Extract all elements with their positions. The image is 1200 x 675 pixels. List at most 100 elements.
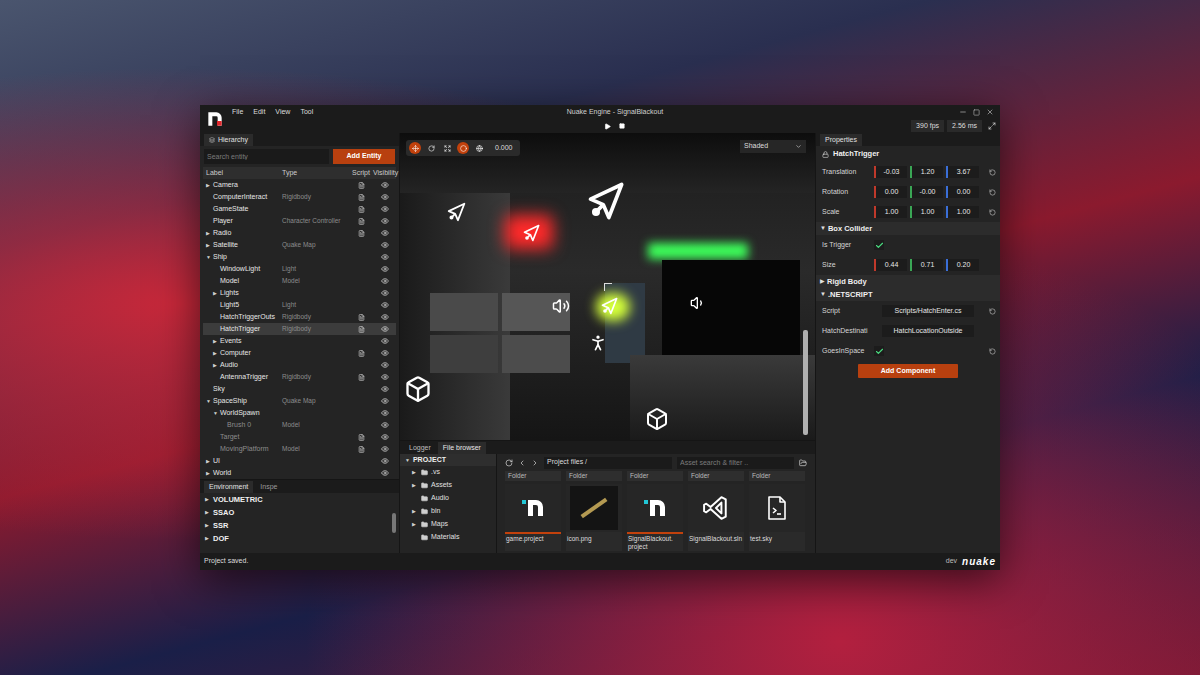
folder-card[interactable]: Folder bbox=[566, 471, 622, 481]
entity-row[interactable]: ModelModel bbox=[203, 275, 396, 287]
tree-item[interactable]: Audio bbox=[400, 492, 496, 505]
close-icon[interactable] bbox=[986, 108, 994, 116]
entity-search[interactable] bbox=[204, 149, 329, 164]
fullscreen-icon[interactable] bbox=[988, 122, 996, 130]
entity-row[interactable]: MovingPlatformModel bbox=[203, 443, 396, 455]
visibility-icon[interactable] bbox=[381, 349, 389, 357]
script-icon[interactable] bbox=[358, 314, 365, 321]
collapsed-arrow[interactable]: ▶ bbox=[206, 243, 210, 248]
script-icon[interactable] bbox=[358, 434, 365, 441]
visibility-icon[interactable] bbox=[381, 397, 389, 405]
script-icon[interactable] bbox=[358, 206, 365, 213]
visibility-icon[interactable] bbox=[381, 325, 389, 333]
collapsed-arrow[interactable]: ▶ bbox=[412, 470, 416, 475]
script-icon[interactable] bbox=[358, 446, 365, 453]
reset-icon[interactable] bbox=[989, 308, 996, 315]
component-header[interactable]: ▼Box Collider bbox=[816, 222, 1000, 235]
light-gizmo[interactable] bbox=[446, 201, 468, 223]
collapsed-arrow[interactable]: ▶ bbox=[206, 183, 210, 188]
file-card[interactable]: SignalBlackout. project bbox=[627, 484, 683, 551]
expanded-arrow[interactable]: ▼ bbox=[405, 458, 410, 463]
asset-search[interactable] bbox=[677, 457, 794, 469]
visibility-icon[interactable] bbox=[381, 289, 389, 297]
collapsed-arrow[interactable]: ▶ bbox=[213, 291, 217, 296]
viewport-scrollbar[interactable] bbox=[803, 330, 808, 435]
script-icon[interactable] bbox=[358, 326, 365, 333]
entity-row[interactable]: ▶World bbox=[203, 467, 396, 479]
audio-gizmo[interactable] bbox=[690, 295, 706, 311]
visibility-icon[interactable] bbox=[381, 193, 389, 201]
entity-row[interactable]: ▶Camera bbox=[203, 179, 396, 191]
tool-button[interactable] bbox=[441, 142, 453, 154]
vector-field[interactable]: 1.00 bbox=[874, 206, 907, 218]
entity-row[interactable]: Brush 0Model bbox=[203, 419, 396, 431]
forward-icon[interactable] bbox=[531, 459, 539, 467]
component-header[interactable]: ▶Rigid Body bbox=[816, 275, 1000, 288]
environment-section[interactable]: ▶SSAO bbox=[200, 506, 392, 519]
collapsed-arrow[interactable]: ▶ bbox=[206, 231, 210, 236]
visibility-icon[interactable] bbox=[381, 181, 389, 189]
entity-row[interactable]: Sky bbox=[203, 383, 396, 395]
visibility-icon[interactable] bbox=[381, 277, 389, 285]
vector-field[interactable]: 0.00 bbox=[874, 186, 907, 198]
entity-row[interactable]: ▶SatelliteQuake Map bbox=[203, 239, 396, 251]
play-icon[interactable] bbox=[604, 123, 611, 130]
file-card[interactable]: game.project bbox=[505, 484, 561, 551]
checkbox[interactable] bbox=[874, 240, 884, 250]
visibility-icon[interactable] bbox=[381, 469, 389, 477]
visibility-icon[interactable] bbox=[381, 313, 389, 321]
tool-button[interactable] bbox=[457, 142, 469, 154]
visibility-icon[interactable] bbox=[381, 229, 389, 237]
visibility-icon[interactable] bbox=[381, 253, 389, 261]
script-icon[interactable] bbox=[358, 182, 365, 189]
column-label[interactable]: Script bbox=[349, 168, 373, 179]
reset-icon[interactable] bbox=[989, 169, 996, 176]
entity-row[interactable]: Target bbox=[203, 431, 396, 443]
visibility-icon[interactable] bbox=[381, 373, 389, 381]
vector-field[interactable]: 1.00 bbox=[910, 206, 943, 218]
column-label[interactable]: Visibility bbox=[373, 168, 397, 179]
entity-row[interactable]: Light5Light bbox=[203, 299, 396, 311]
entity-row[interactable]: PlayerCharacter Controller bbox=[203, 215, 396, 227]
collapsed-arrow[interactable]: ▶ bbox=[205, 510, 209, 515]
entity-row[interactable]: WindowLightLight bbox=[203, 263, 396, 275]
expanded-arrow[interactable]: ▼ bbox=[213, 411, 218, 416]
script-icon[interactable] bbox=[358, 194, 365, 201]
light-gizmo[interactable] bbox=[585, 179, 629, 223]
visibility-icon[interactable] bbox=[381, 241, 389, 249]
refresh-icon[interactable] bbox=[505, 459, 513, 467]
shading-dropdown[interactable]: Shaded bbox=[740, 140, 806, 153]
tree-item[interactable]: ▶Maps bbox=[400, 518, 496, 531]
entity-row[interactable]: ▶Events bbox=[203, 335, 396, 347]
hierarchy-tab[interactable]: Hierarchy bbox=[204, 134, 253, 146]
environment-tab[interactable]: Environment bbox=[204, 481, 253, 493]
light-gizmo[interactable] bbox=[522, 223, 542, 243]
visibility-icon[interactable] bbox=[381, 265, 389, 273]
script-icon[interactable] bbox=[358, 230, 365, 237]
file-card[interactable]: SignalBlackout.sln bbox=[688, 484, 744, 551]
collapsed-arrow[interactable]: ▶ bbox=[205, 497, 209, 502]
menu-item[interactable]: File bbox=[232, 107, 243, 118]
environment-tab[interactable]: Inspe bbox=[255, 481, 282, 493]
checkbox[interactable] bbox=[874, 346, 884, 356]
reset-icon[interactable] bbox=[989, 189, 996, 196]
collider-gizmo[interactable] bbox=[645, 407, 669, 431]
file-card[interactable]: icon.png bbox=[566, 484, 622, 551]
collider-gizmo[interactable] bbox=[404, 375, 432, 403]
scrollbar[interactable] bbox=[392, 513, 396, 533]
entity-row[interactable]: HatchTriggerRigidbody bbox=[203, 323, 396, 335]
visibility-icon[interactable] bbox=[381, 217, 389, 225]
entity-row[interactable]: ▶Audio bbox=[203, 359, 396, 371]
entity-row[interactable]: ▶UI bbox=[203, 455, 396, 467]
tree-item[interactable]: ▶.vs bbox=[400, 466, 496, 479]
visibility-icon[interactable] bbox=[381, 385, 389, 393]
minimize-icon[interactable] bbox=[959, 108, 967, 116]
column-label[interactable]: Type bbox=[279, 168, 349, 179]
entity-row[interactable]: ▼Ship bbox=[203, 251, 396, 263]
component-header[interactable]: ▼.NETSCRIPT bbox=[816, 288, 1000, 301]
vector-field[interactable]: 3.67 bbox=[946, 166, 979, 178]
script-icon[interactable] bbox=[358, 374, 365, 381]
visibility-icon[interactable] bbox=[381, 337, 389, 345]
collapsed-arrow[interactable]: ▶ bbox=[412, 483, 416, 488]
audio-gizmo[interactable] bbox=[552, 297, 570, 315]
